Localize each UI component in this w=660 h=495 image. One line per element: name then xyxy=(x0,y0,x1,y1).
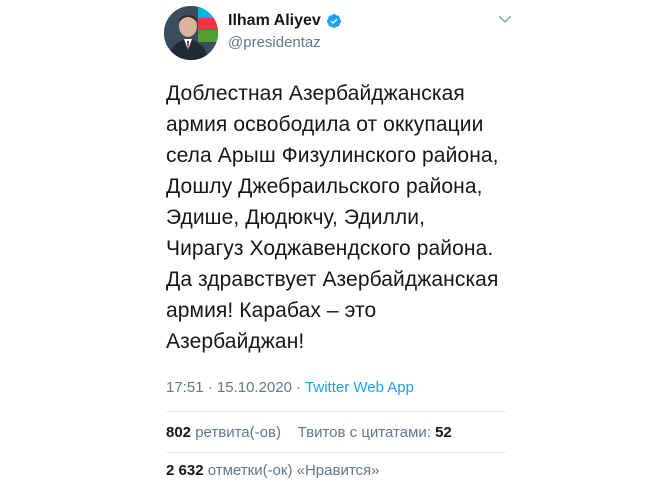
tweet-time[interactable]: 17:51 xyxy=(166,379,204,396)
chevron-down-icon[interactable] xyxy=(496,10,514,28)
meta-separator: · xyxy=(203,379,217,396)
tweet-meta: 17:51 · 15.10.2020 · Twitter Web App xyxy=(166,379,414,396)
likes-label: отметки(-ок) «Нравится» xyxy=(207,462,380,479)
display-name[interactable]: Ilham Aliyev xyxy=(228,12,321,30)
quotes-link[interactable]: Твитов с цитатами: 52 xyxy=(298,424,452,441)
retweet-stats: 802 ретвита(-ов) Твитов с цитатами: 52 xyxy=(166,424,452,441)
retweets-link[interactable]: 802 ретвита(-ов) xyxy=(166,424,281,441)
likes-count: 2 632 xyxy=(166,462,204,479)
tweet-text: Доблестная Азербайджанская армия освобод… xyxy=(166,82,499,353)
tweet-date[interactable]: 15.10.2020 xyxy=(217,379,292,396)
name-row: Ilham Aliyev xyxy=(228,10,342,32)
meta-separator-2: · xyxy=(291,379,306,396)
divider xyxy=(166,452,506,453)
quotes-count: 52 xyxy=(435,424,452,441)
retweets-count: 802 xyxy=(166,424,192,441)
avatar-image xyxy=(164,6,218,60)
likes-stats: 2 632 отметки(-ок) «Нравится» xyxy=(166,462,380,479)
quotes-label: Твитов с цитатами: xyxy=(297,424,431,441)
likes-link[interactable]: 2 632 отметки(-ок) «Нравится» xyxy=(166,462,380,479)
user-info: Ilham Aliyev @presidentaz xyxy=(228,10,342,51)
user-handle[interactable]: @presidentaz xyxy=(228,34,342,51)
tweet-page: Ilham Aliyev @presidentaz Доблестная Азе… xyxy=(0,0,660,495)
tweet-source-link[interactable]: Twitter Web App xyxy=(305,379,414,396)
divider xyxy=(166,411,506,412)
tweet-header: Ilham Aliyev @presidentaz xyxy=(164,6,514,60)
avatar[interactable] xyxy=(164,6,218,60)
retweets-label: ретвита(-ов) xyxy=(195,424,281,441)
verified-badge-icon xyxy=(326,14,341,28)
